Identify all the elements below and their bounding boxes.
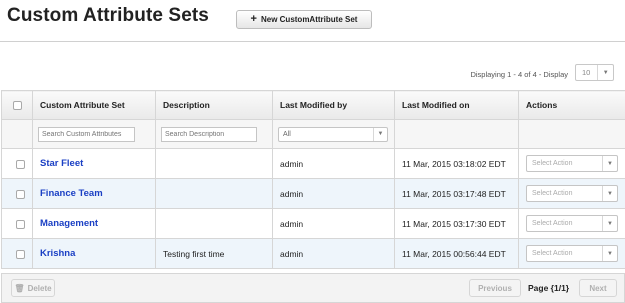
- attribute-set-link[interactable]: Finance Team: [40, 188, 103, 199]
- trash-icon: 🗑: [14, 283, 25, 293]
- select-action-label: Select Action: [532, 220, 573, 227]
- chevron-down-icon: ▼: [597, 65, 613, 80]
- header-divider: [0, 41, 625, 42]
- select-action-dropdown[interactable]: Select Action ▼: [526, 245, 618, 262]
- row-checkbox-cell: [1, 238, 33, 269]
- table-header-row: Custom Attribute Set Description Last Mo…: [1, 90, 625, 120]
- filter-name-cell: [32, 119, 156, 149]
- name-cell: Star Fleet: [32, 148, 156, 179]
- select-action-label: Select Action: [532, 190, 573, 197]
- column-header-name[interactable]: Custom Attribute Set: [32, 90, 156, 120]
- chevron-down-icon: ▼: [602, 186, 617, 201]
- previous-button[interactable]: Previous: [469, 279, 521, 297]
- row-checkbox-cell: [1, 148, 33, 179]
- actions-cell: Select Action ▼: [518, 208, 625, 239]
- filter-description-cell: [155, 119, 273, 149]
- page-title: Custom Attribute Sets: [7, 5, 209, 26]
- modified-on-cell: 11 Mar, 2015 03:17:30 EDT: [394, 208, 519, 239]
- description-cell: [155, 208, 273, 239]
- name-cell: Krishna: [32, 238, 156, 269]
- filter-actions-cell: [518, 119, 625, 149]
- modified-on-cell: 11 Mar, 2015 00:56:44 EDT: [394, 238, 519, 269]
- chevron-down-icon: ▼: [373, 127, 387, 141]
- attribute-set-link[interactable]: Krishna: [40, 248, 75, 259]
- actions-cell: Select Action ▼: [518, 148, 625, 179]
- column-header-modified-on[interactable]: Last Modified on: [394, 90, 519, 120]
- attribute-set-link[interactable]: Management: [40, 218, 98, 229]
- column-header-description[interactable]: Description: [155, 90, 273, 120]
- row-checkbox-cell: [1, 178, 33, 209]
- delete-button[interactable]: 🗑 Delete: [11, 279, 55, 297]
- description-cell: [155, 148, 273, 179]
- row-checkbox-cell: [1, 208, 33, 239]
- select-action-dropdown[interactable]: Select Action ▼: [526, 155, 618, 172]
- actions-cell: Select Action ▼: [518, 238, 625, 269]
- actions-cell: Select Action ▼: [518, 178, 625, 209]
- row-checkbox[interactable]: [16, 189, 25, 199]
- chevron-down-icon: ▼: [602, 216, 617, 231]
- select-all-checkbox[interactable]: [12, 101, 22, 111]
- new-custom-attribute-set-button[interactable]: + New CustomAttribute Set: [236, 10, 372, 29]
- table-footer: 🗑 Delete Previous Page {1/1} Next: [1, 273, 625, 303]
- search-description-input[interactable]: [161, 126, 257, 142]
- page-indicator: Page {1/1}: [528, 283, 570, 293]
- select-action-label: Select Action: [532, 160, 573, 167]
- column-header-actions: Actions: [518, 90, 625, 120]
- new-button-label: New CustomAttribute Set: [260, 15, 358, 24]
- table-row[interactable]: Krishna Testing first time admin 11 Mar,…: [1, 238, 625, 269]
- custom-attribute-sets-table: Custom Attribute Set Description Last Mo…: [1, 90, 625, 269]
- delete-label: Delete: [27, 283, 52, 293]
- filter-row: All ▼: [1, 119, 625, 149]
- row-checkbox[interactable]: [16, 219, 25, 229]
- filter-empty-cell: [1, 119, 33, 149]
- table-row[interactable]: Finance Team admin 11 Mar, 2015 03:17:48…: [1, 178, 625, 209]
- table-row[interactable]: Star Fleet admin 11 Mar, 2015 03:18:02 E…: [1, 148, 625, 179]
- chevron-down-icon: ▼: [602, 246, 617, 261]
- name-cell: Finance Team: [32, 178, 156, 209]
- modified-by-cell: admin: [272, 178, 395, 209]
- select-action-dropdown[interactable]: Select Action ▼: [526, 215, 618, 232]
- row-checkbox[interactable]: [16, 249, 25, 259]
- select-action-label: Select Action: [532, 250, 573, 257]
- modified-by-filter-select[interactable]: All ▼: [278, 126, 388, 142]
- attribute-set-link[interactable]: Star Fleet: [40, 158, 83, 169]
- modified-on-cell: 11 Mar, 2015 03:18:02 EDT: [394, 148, 519, 179]
- plus-icon: +: [250, 13, 257, 25]
- row-checkbox[interactable]: [16, 159, 25, 169]
- modified-by-cell: admin: [272, 208, 395, 239]
- display-info: Displaying 1 - 4 of 4 - Display: [470, 70, 568, 79]
- filter-modified-by-cell: All ▼: [272, 119, 395, 149]
- page-size-select[interactable]: 10 ▼: [575, 64, 614, 81]
- next-button[interactable]: Next: [579, 279, 617, 297]
- table-row[interactable]: Management admin 11 Mar, 2015 03:17:30 E…: [1, 208, 625, 239]
- modified-on-cell: 11 Mar, 2015 03:17:48 EDT: [394, 178, 519, 209]
- select-all-cell: [1, 90, 33, 120]
- page-size-value: 10: [582, 68, 591, 77]
- column-header-modified-by[interactable]: Last Modified by: [272, 90, 395, 120]
- chevron-down-icon: ▼: [602, 156, 617, 171]
- description-cell: Testing first time: [155, 238, 273, 269]
- modified-by-filter-value: All: [283, 130, 291, 138]
- select-action-dropdown[interactable]: Select Action ▼: [526, 185, 618, 202]
- modified-by-cell: admin: [272, 148, 395, 179]
- name-cell: Management: [32, 208, 156, 239]
- modified-by-cell: admin: [272, 238, 395, 269]
- filter-modified-on-cell: [394, 119, 519, 149]
- search-custom-attributes-input[interactable]: [38, 126, 135, 142]
- description-cell: [155, 178, 273, 209]
